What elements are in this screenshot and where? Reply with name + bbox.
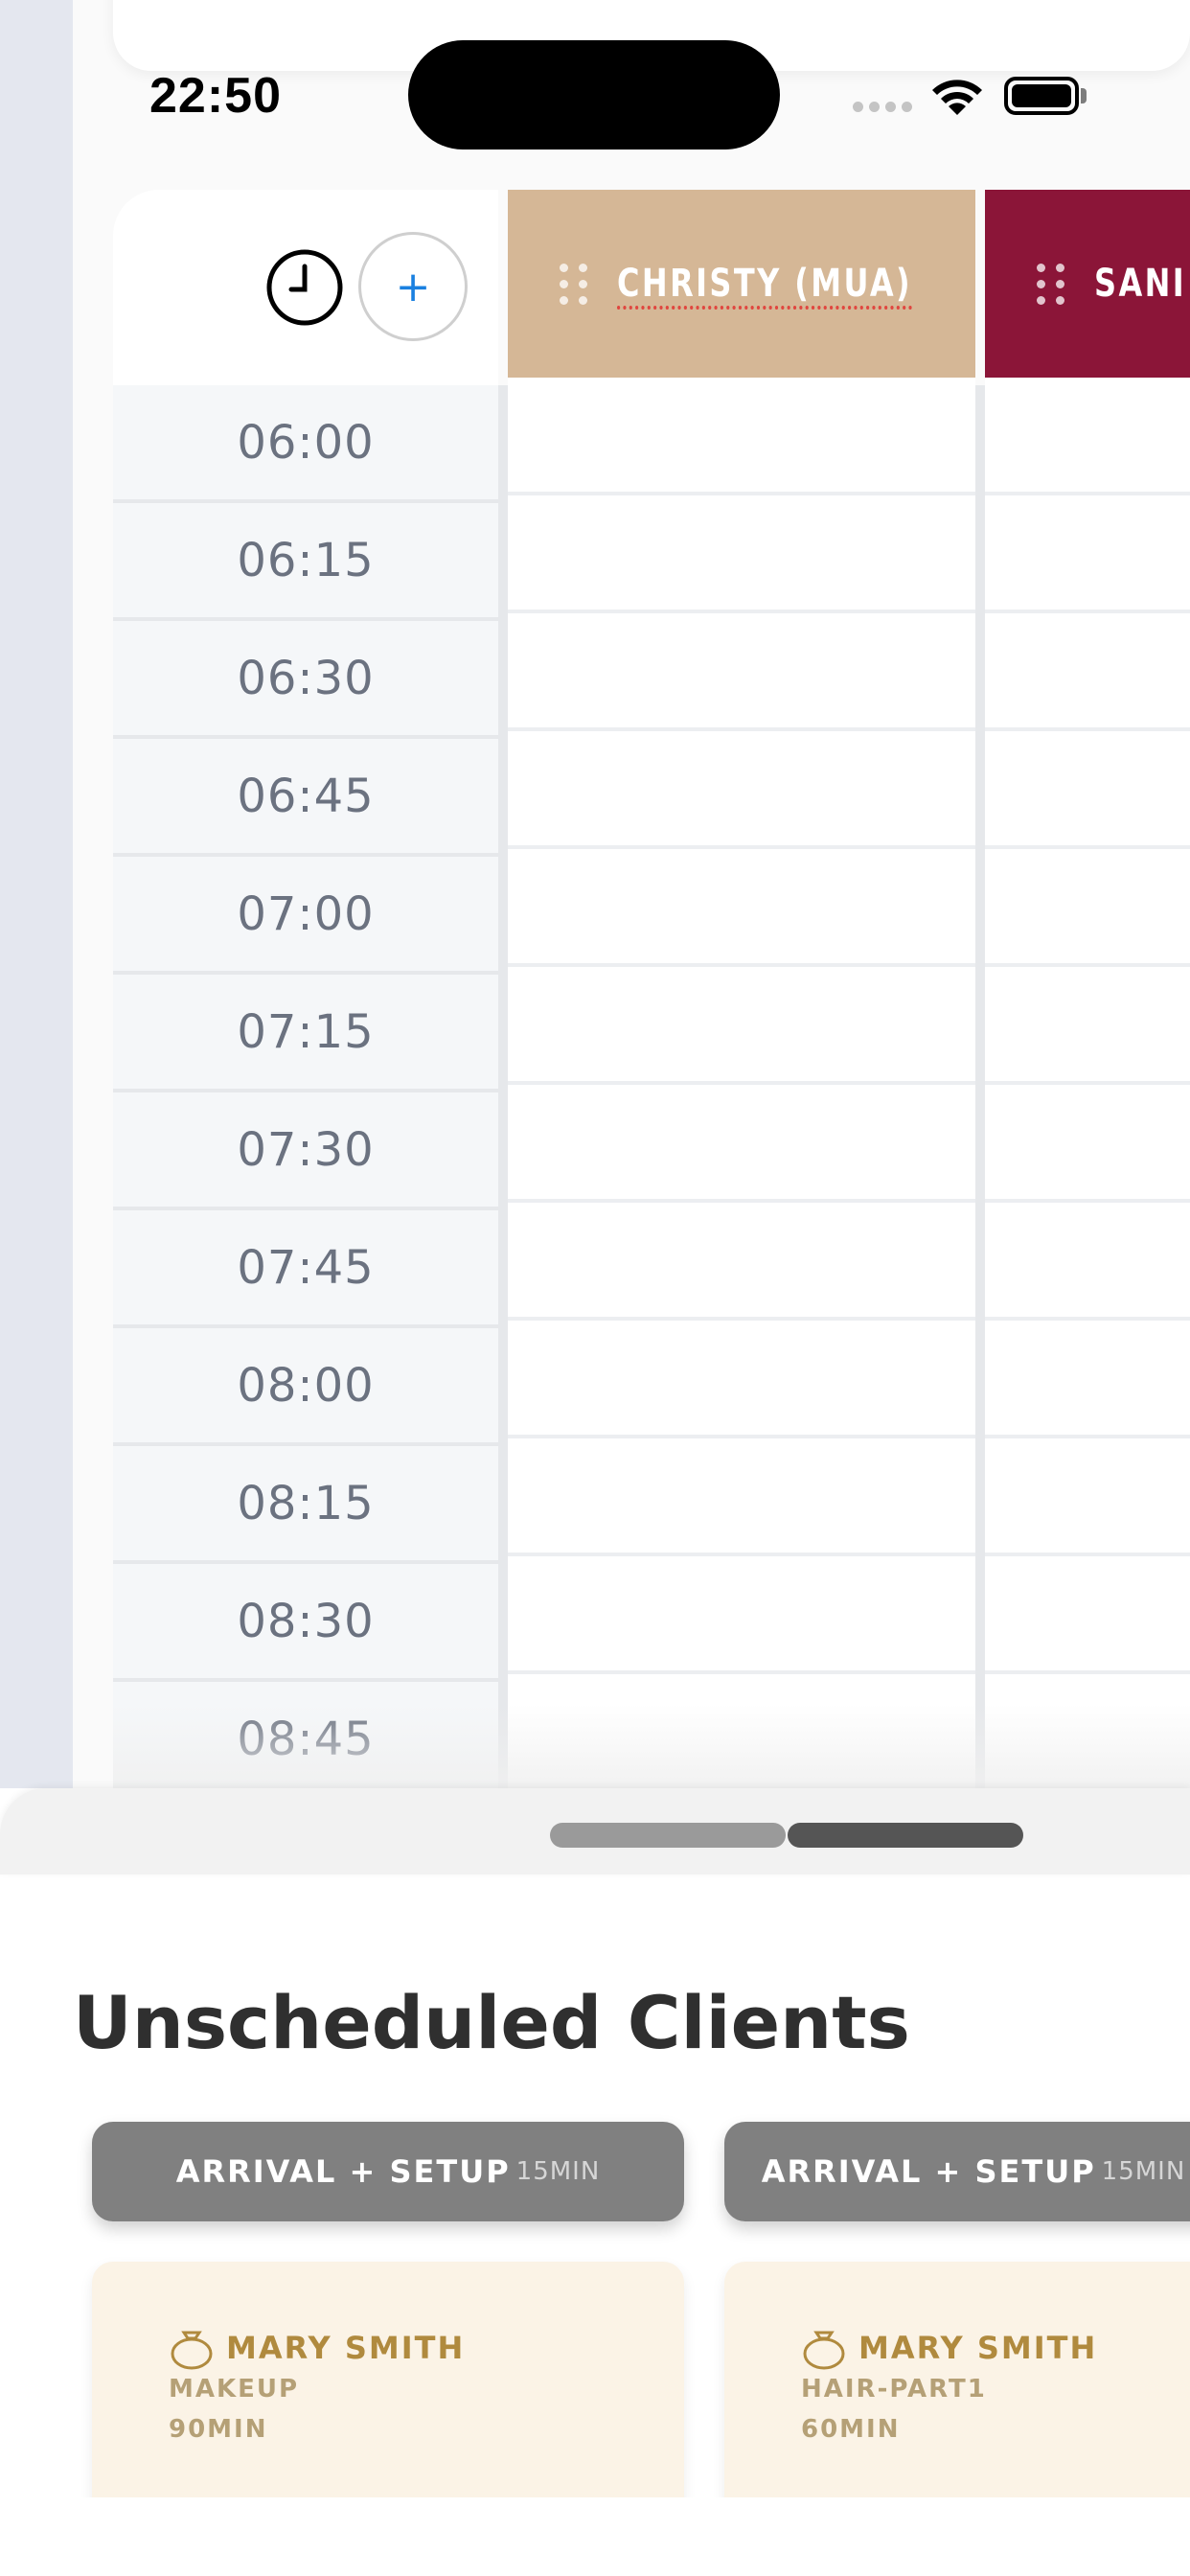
- horizontal-scrollbar-track[interactable]: [550, 1823, 786, 1848]
- horizontal-scrollbar-thumb[interactable]: [788, 1823, 1023, 1848]
- schedule-slot[interactable]: [508, 1438, 975, 1556]
- client-duration: 60MIN: [801, 2415, 901, 2444]
- drag-handle-icon[interactable]: [1037, 263, 1065, 305]
- schedule-slot[interactable]: [508, 1085, 975, 1203]
- time-slot-label: 06:00: [113, 385, 498, 503]
- schedule-slot[interactable]: [985, 378, 1190, 495]
- arrival-setup-block[interactable]: ARRIVAL + SETUP 15MIN: [92, 2122, 684, 2221]
- ring-icon: [171, 2331, 213, 2370]
- cellular-signal-icon: [853, 102, 912, 112]
- status-time: 22:50: [149, 68, 282, 124]
- setup-duration: 15MIN: [1101, 2157, 1186, 2186]
- section-title: Unscheduled Clients: [73, 1980, 910, 2065]
- add-staff-button[interactable]: +: [358, 232, 468, 341]
- client-duration: 90MIN: [169, 2415, 268, 2444]
- arrival-setup-block[interactable]: ARRIVAL + SETUP 15MIN: [724, 2122, 1190, 2221]
- schedule-slot[interactable]: [508, 378, 975, 495]
- schedule-slot[interactable]: [508, 849, 975, 967]
- client-service: HAIR-PART1: [801, 2375, 987, 2404]
- client-service: MAKEUP: [169, 2375, 300, 2404]
- client-card[interactable]: MARY SMITH HAIR-PART1 60MIN: [724, 2262, 1190, 2511]
- schedule-slot[interactable]: [985, 495, 1190, 613]
- schedule-slot[interactable]: [508, 967, 975, 1085]
- schedule-slot[interactable]: [508, 1556, 975, 1674]
- time-slot-label: 08:15: [113, 1446, 498, 1564]
- staff-slot-column: [985, 378, 1190, 1788]
- column-divider: [975, 385, 985, 1788]
- schedule-slot[interactable]: [985, 613, 1190, 731]
- time-slot-label: 08:30: [113, 1564, 498, 1682]
- ring-icon: [803, 2331, 845, 2370]
- staff-column-header[interactable]: SANI: [985, 190, 1190, 378]
- schedule-slot[interactable]: [508, 731, 975, 849]
- time-slot-label: 07:00: [113, 857, 498, 975]
- client-name: MARY SMITH: [858, 2330, 1098, 2366]
- schedule-slot[interactable]: [508, 495, 975, 613]
- time-column: 06:00 06:15 06:30 06:45 07:00 07:15 07:3…: [113, 385, 498, 1788]
- time-slot-label: 07:45: [113, 1210, 498, 1328]
- drag-handle-icon[interactable]: [560, 263, 588, 305]
- setup-label: ARRIVAL + SETUP: [175, 2153, 511, 2190]
- sheet-header: [0, 1788, 1190, 1874]
- schedule-slot[interactable]: [985, 1321, 1190, 1438]
- dynamic-island: [408, 40, 780, 150]
- schedule-slot[interactable]: [508, 613, 975, 731]
- schedule-grid: + CHRISTY (MUA) SANI 06:00 06:15 06:30 0…: [113, 190, 1190, 1788]
- time-slot-label: 08:00: [113, 1328, 498, 1446]
- battery-tip: [1081, 88, 1087, 104]
- schedule-slot[interactable]: [985, 967, 1190, 1085]
- background-panel: [0, 0, 73, 1821]
- schedule-slot[interactable]: [508, 1203, 975, 1321]
- client-card[interactable]: MARY SMITH MAKEUP 90MIN: [92, 2262, 684, 2511]
- staff-name: CHRISTY (MUA): [617, 262, 913, 306]
- schedule-slot[interactable]: [985, 1438, 1190, 1556]
- staff-column-header[interactable]: CHRISTY (MUA): [508, 190, 975, 378]
- schedule-slot[interactable]: [985, 1556, 1190, 1674]
- setup-label: ARRIVAL + SETUP: [761, 2153, 1096, 2190]
- unscheduled-sheet: Unscheduled Clients ARRIVAL + SETUP 15MI…: [0, 1788, 1190, 2576]
- column-divider: [498, 385, 508, 1788]
- time-slot-label: 07:15: [113, 975, 498, 1092]
- battery-icon: [1004, 77, 1079, 115]
- setup-duration: 15MIN: [515, 2157, 601, 2186]
- staff-name: SANI: [1094, 262, 1187, 306]
- schedule-slot[interactable]: [985, 731, 1190, 849]
- time-slot-label: 07:30: [113, 1092, 498, 1210]
- grid-fade: [113, 1704, 1190, 1788]
- time-slot-label: 06:15: [113, 503, 498, 621]
- staff-slot-column: [508, 378, 975, 1788]
- clock-icon: [266, 249, 343, 326]
- schedule-slot[interactable]: [985, 1203, 1190, 1321]
- time-slot-label: 06:45: [113, 739, 498, 857]
- sheet-bottom: [0, 2497, 1190, 2576]
- client-name: MARY SMITH: [226, 2330, 466, 2366]
- wifi-icon: [929, 75, 985, 121]
- grid-corner: +: [113, 190, 498, 385]
- schedule-slot[interactable]: [985, 849, 1190, 967]
- clock-button[interactable]: [264, 247, 345, 328]
- schedule-slot[interactable]: [508, 1321, 975, 1438]
- schedule-slot[interactable]: [985, 1085, 1190, 1203]
- time-slot-label: 06:30: [113, 621, 498, 739]
